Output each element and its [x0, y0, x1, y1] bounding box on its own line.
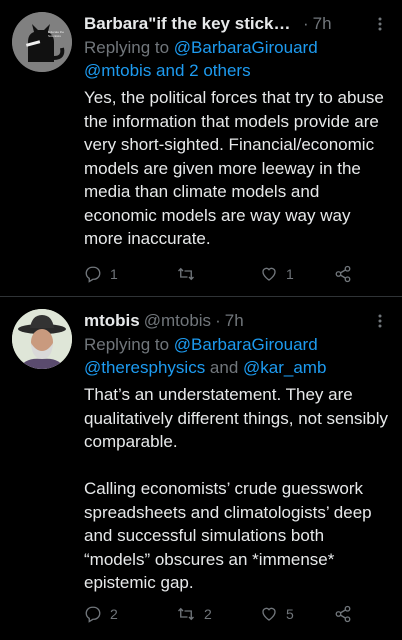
- reply-icon: [85, 606, 101, 623]
- retweet-icon: [178, 607, 194, 620]
- user-handle[interactable]: @mtobis: [144, 311, 211, 331]
- share-button[interactable]: [334, 265, 352, 283]
- mention-link[interactable]: @BarbaraGirouard: [174, 38, 318, 57]
- replying-prefix: Replying to: [84, 38, 174, 57]
- share-icon: [335, 605, 351, 622]
- avatar[interactable]: [12, 309, 72, 369]
- timestamp[interactable]: 7h: [313, 14, 332, 34]
- mention-link[interactable]: @kar_amb: [243, 358, 326, 377]
- display-name[interactable]: mtobis: [84, 311, 140, 331]
- action-bar: 2 2 5: [84, 605, 390, 623]
- tweet-text: That’s an understatement. They are quali…: [84, 385, 388, 592]
- replying-to: Replying to @BarbaraGirouard @theresphys…: [84, 333, 390, 379]
- separator-dot: ·: [303, 14, 309, 33]
- action-bar: 1 1: [84, 265, 390, 283]
- tweet-mtobis[interactable]: mtobis @mtobis · 7h Replying to @Barbara…: [0, 309, 402, 623]
- share-icon: [335, 265, 351, 282]
- mention-link[interactable]: @BarbaraGirouard: [174, 335, 318, 354]
- like-button[interactable]: 1: [260, 265, 334, 283]
- mention-link[interactable]: @theresphysics: [84, 358, 205, 377]
- retweet-icon: [178, 267, 194, 280]
- separator-dot: ·: [215, 311, 221, 330]
- heart-icon: [262, 607, 276, 621]
- more-options-icon[interactable]: [370, 17, 390, 31]
- tweet-text: Yes, the political forces that try to ab…: [84, 88, 389, 248]
- retweet-count: 2: [204, 605, 212, 622]
- avatar-caption: Educate the Scientists: [48, 30, 65, 38]
- reply-count: 2: [110, 605, 118, 622]
- more-options-icon[interactable]: [370, 314, 390, 328]
- tweet-divider: [0, 296, 402, 297]
- reply-count: 1: [110, 265, 118, 282]
- share-button[interactable]: [334, 605, 352, 623]
- reply-button[interactable]: 2: [84, 605, 176, 623]
- tweet-barbara[interactable]: Educate the Scientists Barbara"if the ke…: [0, 0, 402, 294]
- replying-prefix: Replying to: [84, 335, 174, 354]
- like-count: 5: [286, 605, 294, 622]
- retweet-button[interactable]: 2: [176, 605, 260, 623]
- reply-button[interactable]: 1: [84, 265, 176, 283]
- timestamp[interactable]: 7h: [225, 311, 244, 331]
- like-count: 1: [286, 265, 294, 282]
- avatar[interactable]: Educate the Scientists: [12, 12, 72, 72]
- reply-icon: [85, 266, 101, 283]
- replying-and: and: [205, 358, 244, 377]
- mention-others-link[interactable]: @mtobis and 2 others: [84, 61, 251, 80]
- replying-to: Replying to @BarbaraGirouard @mtobis and…: [84, 36, 390, 82]
- display-name[interactable]: Barbara"if the key sticks"Gir...: [84, 14, 299, 34]
- retweet-button[interactable]: [176, 265, 260, 283]
- heart-icon: [262, 267, 276, 281]
- like-button[interactable]: 5: [260, 605, 334, 623]
